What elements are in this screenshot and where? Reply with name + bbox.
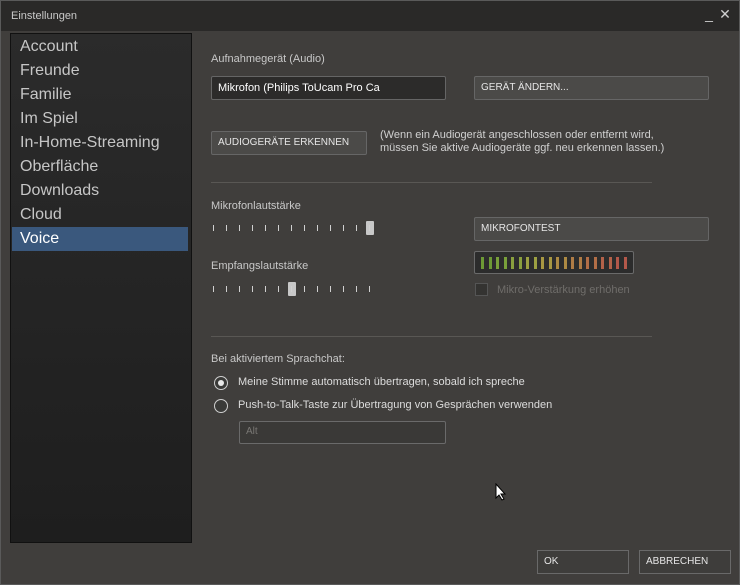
- change-device-button[interactable]: GERÄT ÄNDERN...: [474, 76, 709, 100]
- slider-tick: [252, 225, 253, 231]
- slider-tick: [213, 225, 214, 231]
- receive-volume-thumb[interactable]: [288, 282, 296, 296]
- slider-tick: [330, 225, 331, 231]
- mic-boost-checkbox[interactable]: [475, 283, 488, 296]
- meter-bar: [593, 257, 597, 269]
- receive-volume-slider[interactable]: [213, 282, 377, 296]
- meter-bar: [616, 257, 619, 269]
- radio-selected-dot: [218, 380, 224, 386]
- meter-bar: [601, 257, 604, 269]
- voicechat-label: Bei aktiviertem Sprachchat:: [211, 353, 345, 365]
- meter-bar: [608, 257, 612, 269]
- ok-button[interactable]: OK: [537, 550, 629, 574]
- detect-audio-devices-button[interactable]: AUDIOGERÄTE ERKENNEN: [211, 131, 367, 155]
- slider-tick: [278, 286, 279, 292]
- sidebar-item-freunde[interactable]: Freunde: [12, 59, 188, 83]
- meter-bar: [511, 257, 514, 269]
- sidebar-item-voice[interactable]: Voice: [12, 227, 188, 251]
- sidebar-item-cloud[interactable]: Cloud: [12, 203, 188, 227]
- meter-bar: [571, 257, 574, 269]
- slider-tick: [239, 286, 240, 292]
- detect-devices-hint: (Wenn ein Audiogerät angeschlossen oder …: [380, 129, 665, 154]
- slider-tick: [369, 225, 370, 231]
- slider-tick: [304, 286, 305, 292]
- mic-boost-label: Mikro-Verstärkung erhöhen: [497, 284, 630, 296]
- recording-device-field[interactable]: Mikrofon (Philips ToUcam Pro Ca: [211, 76, 446, 100]
- slider-tick: [330, 286, 331, 292]
- slider-tick: [356, 286, 357, 292]
- mic-volume-label: Mikrofonlautstärke: [211, 200, 301, 212]
- push-to-talk-label[interactable]: Push-to-Talk-Taste zur Übertragung von G…: [238, 399, 552, 411]
- sidebar-item-im-spiel[interactable]: Im Spiel: [12, 107, 188, 131]
- slider-tick: [239, 225, 240, 231]
- slider-tick: [317, 286, 318, 292]
- sidebar-item-oberflaeche[interactable]: Oberfläche: [12, 155, 188, 179]
- divider: [211, 336, 652, 337]
- recording-device-label: Aufnahmegerät (Audio): [211, 53, 325, 65]
- title-bar[interactable]: Einstellungen _ ✕: [1, 1, 739, 31]
- slider-tick: [265, 286, 266, 292]
- slider-tick: [291, 225, 292, 231]
- push-to-talk-key-field[interactable]: Alt: [239, 421, 446, 444]
- slider-tick: [226, 225, 227, 231]
- auto-transmit-label[interactable]: Meine Stimme automatisch übertragen, sob…: [238, 376, 525, 388]
- meter-bar: [503, 257, 507, 269]
- meter-bar: [496, 257, 499, 269]
- settings-sidebar: Account Freunde Familie Im Spiel In-Home…: [10, 33, 192, 543]
- slider-tick: [291, 286, 292, 292]
- slider-tick: [278, 225, 279, 231]
- receive-volume-label: Empfangslautstärke: [211, 260, 309, 272]
- window-title: Einstellungen: [11, 10, 78, 22]
- slider-tick: [304, 225, 305, 231]
- slider-tick: [226, 286, 227, 292]
- cancel-button[interactable]: ABBRECHEN: [639, 550, 731, 574]
- meter-bar: [541, 257, 544, 269]
- meter-bar: [586, 257, 589, 269]
- meter-bar: [533, 257, 537, 269]
- auto-transmit-radio[interactable]: [214, 376, 228, 390]
- slider-tick: [252, 286, 253, 292]
- sidebar-item-account[interactable]: Account: [12, 35, 188, 59]
- slider-tick: [213, 286, 214, 292]
- meter-bar: [578, 257, 582, 269]
- meter-bar: [518, 257, 522, 269]
- sidebar-item-downloads[interactable]: Downloads: [12, 179, 188, 203]
- slider-tick: [356, 225, 357, 231]
- meter-bar: [481, 257, 484, 269]
- push-to-talk-radio[interactable]: [214, 399, 228, 413]
- mouse-cursor-icon: [495, 483, 507, 501]
- sidebar-item-in-home-streaming[interactable]: In-Home-Streaming: [12, 131, 188, 155]
- settings-window: Einstellungen _ ✕ Account Freunde Famili…: [0, 0, 740, 585]
- sidebar-item-familie[interactable]: Familie: [12, 83, 188, 107]
- mic-test-button[interactable]: MIKROFONTEST: [474, 217, 709, 241]
- slider-tick: [369, 286, 370, 292]
- slider-tick: [317, 225, 318, 231]
- meter-bar: [548, 257, 552, 269]
- meter-bar: [623, 257, 627, 269]
- meter-bar: [488, 257, 492, 269]
- close-icon[interactable]: ✕: [718, 6, 732, 22]
- divider: [211, 182, 652, 183]
- mic-level-meter: [474, 251, 634, 274]
- minimize-icon[interactable]: _: [702, 6, 716, 22]
- slider-tick: [265, 225, 266, 231]
- slider-tick: [343, 286, 344, 292]
- slider-tick: [343, 225, 344, 231]
- mic-volume-thumb[interactable]: [366, 221, 374, 235]
- meter-bar: [526, 257, 529, 269]
- meter-bar: [563, 257, 567, 269]
- mic-volume-slider[interactable]: [213, 221, 377, 235]
- meter-bar: [556, 257, 559, 269]
